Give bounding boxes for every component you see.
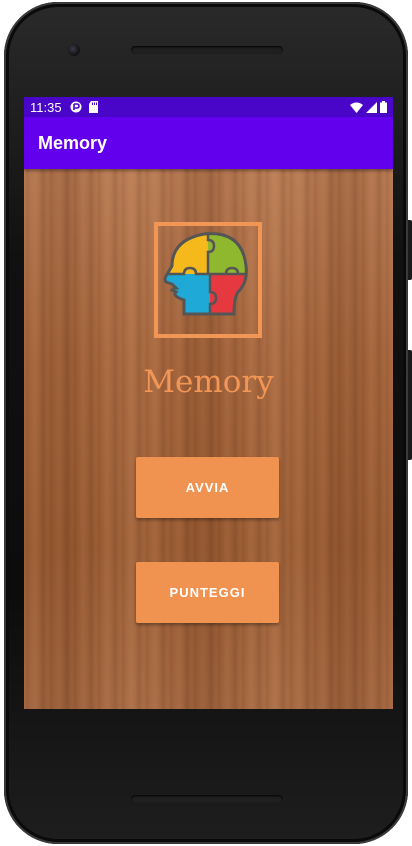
scores-button[interactable]: PUNTEGGI <box>136 562 279 623</box>
phone-frame: 11:35 Memory Memory AVVIA PUNTEGGI <box>4 2 412 844</box>
scores-button-label: PUNTEGGI <box>169 585 246 600</box>
top-speaker <box>131 46 283 54</box>
status-bar: 11:35 <box>24 97 393 117</box>
battery-icon <box>380 101 387 113</box>
bottom-speaker <box>131 795 283 803</box>
power-button <box>408 220 412 280</box>
app-title: Memory <box>38 132 108 153</box>
notification-icon <box>70 101 82 113</box>
main-content: Memory AVVIA PUNTEGGI <box>24 169 393 709</box>
status-right-icons <box>350 101 387 113</box>
app-bar: Memory <box>24 117 393 169</box>
status-time: 11:35 <box>30 99 62 115</box>
wifi-icon <box>350 102 363 113</box>
volume-button <box>408 350 412 460</box>
screen: 11:35 Memory Memory AVVIA PUNTEGGI <box>24 97 393 709</box>
puzzle-head-icon <box>154 222 262 338</box>
sd-card-icon <box>88 101 98 113</box>
front-camera <box>68 44 80 56</box>
signal-icon <box>366 101 377 113</box>
start-button-label: AVVIA <box>185 480 230 495</box>
start-button[interactable]: AVVIA <box>136 457 279 518</box>
page-title: Memory <box>143 364 274 400</box>
